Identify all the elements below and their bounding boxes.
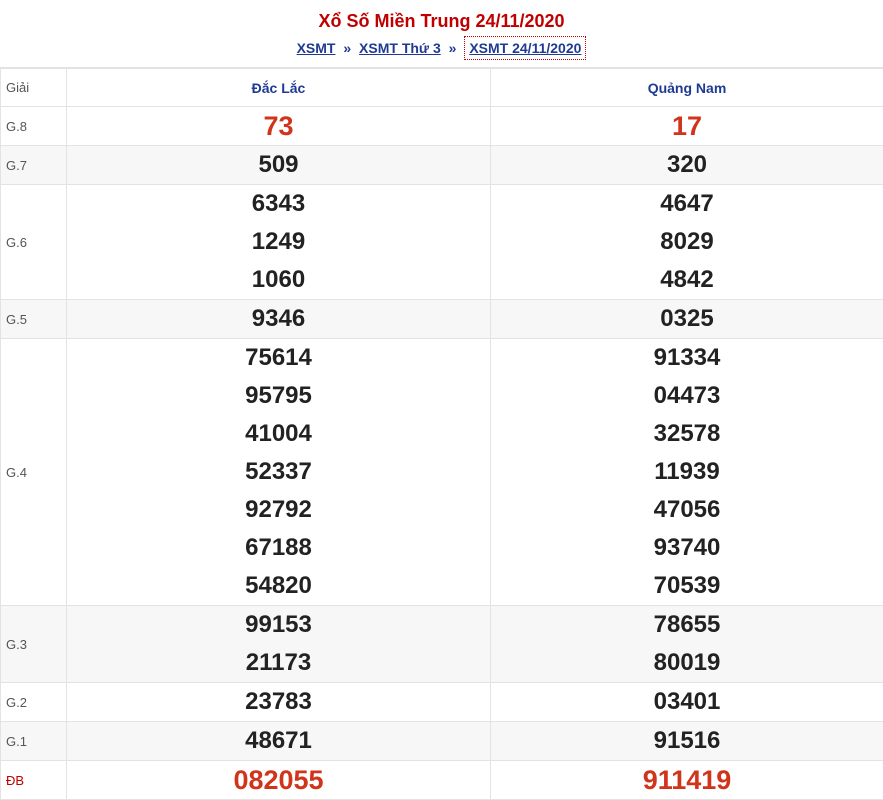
prize-row: G.14867191516 [1,722,883,761]
winning-number: 17 [491,107,883,145]
breadcrumb-link-xsmt[interactable]: XSMT [297,40,336,56]
result-cell-quang-nam: 320 [491,146,883,185]
prize-row: G.593460325 [1,300,883,339]
page-title: Xổ Số Miền Trung 24/11/2020 [0,0,883,32]
winning-number: 04473 [491,377,883,415]
result-cell-quang-nam: 03401 [491,683,883,722]
breadcrumb: XSMT » XSMT Thứ 3 » XSMT 24/11/2020 [0,36,883,60]
prize-row: G.6634312491060464780294842 [1,185,883,300]
prize-row: G.399153211737865580019 [1,606,883,683]
winning-number: 32578 [491,415,883,453]
result-cell-quang-nam: 0325 [491,300,883,339]
result-cell-quang-nam: 91516 [491,722,883,761]
winning-number: 47056 [491,491,883,529]
winning-number: 78655 [491,606,883,644]
winning-number: 1060 [67,261,490,299]
result-cell-dak-lak: 082055 [67,761,491,800]
result-cell-dak-lak: 9915321173 [67,606,491,683]
prize-label: G.8 [1,107,67,146]
result-cell-quang-nam: 17 [491,107,883,146]
province-header-quang-nam: Quảng Nam [491,69,883,107]
winning-number: 67188 [67,529,490,567]
result-cell-dak-lak: 509 [67,146,491,185]
prize-label: G.2 [1,683,67,722]
results-table: Giải Đắc Lắc Quảng Nam G.87317G.7509320G… [0,68,883,800]
breadcrumb-link-current-date[interactable]: XSMT 24/11/2020 [464,36,586,60]
result-cell-dak-lak: 23783 [67,683,491,722]
winning-number: 082055 [67,761,490,799]
winning-number: 1249 [67,223,490,261]
winning-number: 70539 [491,567,883,605]
winning-number: 320 [491,146,883,184]
winning-number: 4647 [491,185,883,223]
province-header-dak-lak: Đắc Lắc [67,69,491,107]
prize-label: G.7 [1,146,67,185]
result-cell-dak-lak: 634312491060 [67,185,491,300]
result-cell-dak-lak: 48671 [67,722,491,761]
prize-label: G.1 [1,722,67,761]
winning-number: 509 [67,146,490,184]
winning-number: 95795 [67,377,490,415]
result-cell-quang-nam: 91334044733257811939470569374070539 [491,339,883,606]
winning-number: 8029 [491,223,883,261]
page-header: Xổ Số Miền Trung 24/11/2020 XSMT » XSMT … [0,0,883,68]
breadcrumb-separator: » [449,40,457,56]
winning-number: 73 [67,107,490,145]
winning-number: 92792 [67,491,490,529]
prize-row: G.87317 [1,107,883,146]
breadcrumb-separator: » [343,40,351,56]
winning-number: 52337 [67,453,490,491]
prize-column-header: Giải [1,69,67,107]
winning-number: 41004 [67,415,490,453]
prize-row: G.22378303401 [1,683,883,722]
winning-number: 21173 [67,644,490,682]
result-cell-dak-lak: 75614957954100452337927926718854820 [67,339,491,606]
winning-number: 9346 [67,300,490,338]
winning-number: 0325 [491,300,883,338]
prize-label: G.5 [1,300,67,339]
prize-row: G.47561495795410045233792792671885482091… [1,339,883,606]
winning-number: 75614 [67,339,490,377]
prize-label: G.3 [1,606,67,683]
result-cell-quang-nam: 911419 [491,761,883,800]
winning-number: 80019 [491,644,883,682]
winning-number: 54820 [67,567,490,605]
winning-number: 6343 [67,185,490,223]
winning-number: 911419 [491,761,883,799]
winning-number: 93740 [491,529,883,567]
winning-number: 23783 [67,683,490,721]
prize-row: ĐB082055911419 [1,761,883,800]
winning-number: 03401 [491,683,883,721]
result-cell-quang-nam: 464780294842 [491,185,883,300]
result-cell-quang-nam: 7865580019 [491,606,883,683]
winning-number: 48671 [67,722,490,760]
winning-number: 4842 [491,261,883,299]
prize-label: G.4 [1,339,67,606]
winning-number: 11939 [491,453,883,491]
result-cell-dak-lak: 73 [67,107,491,146]
breadcrumb-link-xsmt-thu-3[interactable]: XSMT Thứ 3 [359,40,441,56]
prize-label: ĐB [1,761,67,800]
result-cell-dak-lak: 9346 [67,300,491,339]
prize-row: G.7509320 [1,146,883,185]
prize-label: G.6 [1,185,67,300]
winning-number: 91334 [491,339,883,377]
winning-number: 91516 [491,722,883,760]
winning-number: 99153 [67,606,490,644]
